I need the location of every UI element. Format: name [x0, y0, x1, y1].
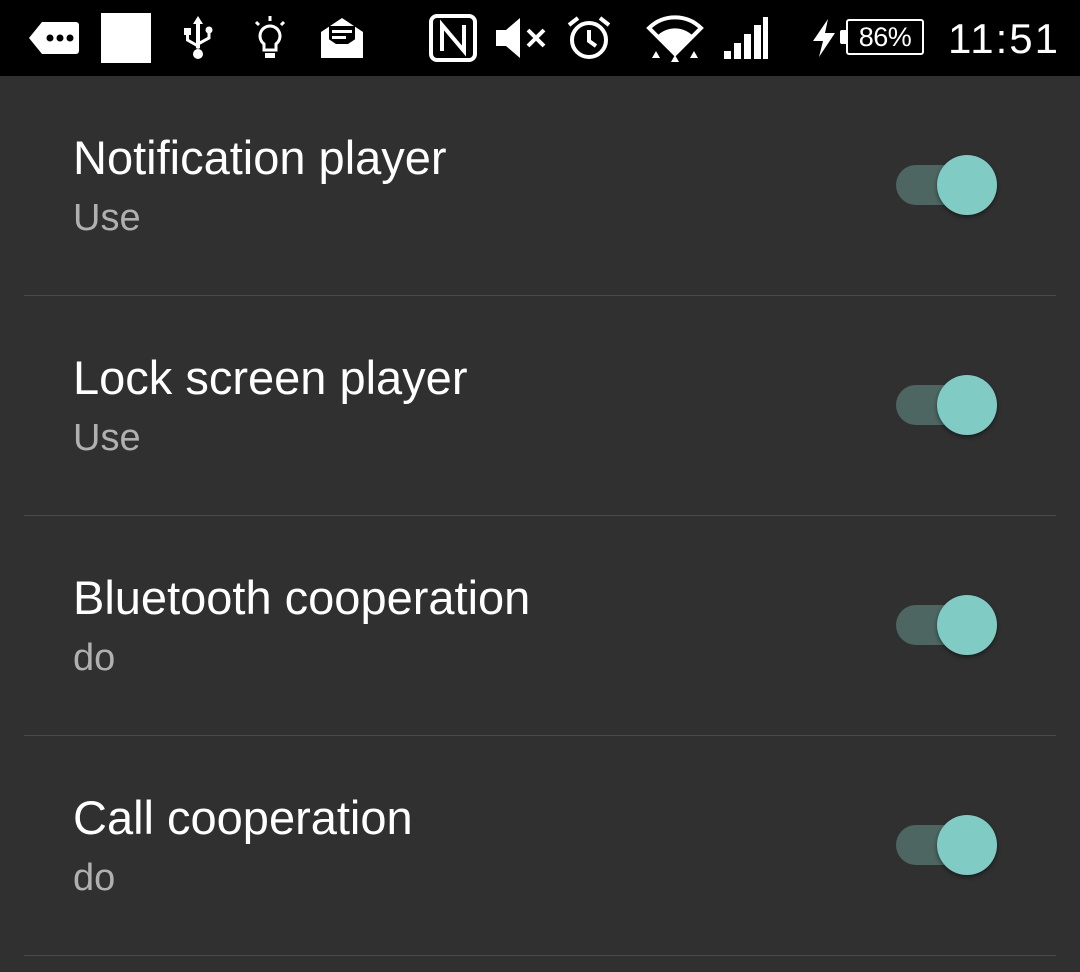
setting-bluetooth-cooperation[interactable]: Bluetooth cooperation do — [24, 516, 1056, 736]
setting-summary: do — [73, 637, 116, 679]
setting-title: Notification player — [73, 131, 447, 184]
signal-icon — [722, 0, 770, 76]
volume-muted-icon — [494, 0, 550, 76]
setting-summary: Use — [73, 197, 141, 239]
status-bar: 86% 11:51 — [0, 0, 1080, 76]
blank-notification-icon — [100, 0, 152, 76]
switch-thumb — [937, 595, 997, 655]
battery-percent: 86% — [858, 21, 912, 52]
call-cooperation-switch[interactable] — [896, 814, 1000, 876]
alarm-icon — [566, 0, 612, 76]
nfc-icon — [428, 0, 478, 76]
settings-list: Notification player Use Lock screen play… — [0, 76, 1080, 956]
switch-thumb — [937, 155, 997, 215]
lightbulb-icon — [250, 0, 290, 76]
charging-bolt-icon — [810, 0, 838, 76]
notification-player-switch[interactable] — [896, 154, 1000, 216]
setting-title: Bluetooth cooperation — [73, 571, 531, 624]
setting-summary: Use — [73, 417, 141, 459]
battery-indicator: 86% — [846, 19, 924, 55]
setting-title: Call cooperation — [73, 791, 413, 844]
email-icon — [318, 0, 366, 76]
setting-title: Lock screen player — [73, 351, 468, 404]
switch-thumb — [937, 375, 997, 435]
setting-notification-player[interactable]: Notification player Use — [24, 76, 1056, 296]
bluetooth-cooperation-switch[interactable] — [896, 594, 1000, 656]
clock: 11:51 — [948, 15, 1060, 62]
usb-icon — [180, 0, 216, 76]
setting-lock-screen-player[interactable]: Lock screen player Use — [24, 296, 1056, 516]
wifi-icon — [644, 0, 706, 76]
switch-thumb — [937, 815, 997, 875]
setting-summary: do — [73, 857, 116, 899]
lock-screen-player-switch[interactable] — [896, 374, 1000, 436]
more-messages-icon — [28, 0, 80, 76]
setting-call-cooperation[interactable]: Call cooperation do — [24, 736, 1056, 956]
